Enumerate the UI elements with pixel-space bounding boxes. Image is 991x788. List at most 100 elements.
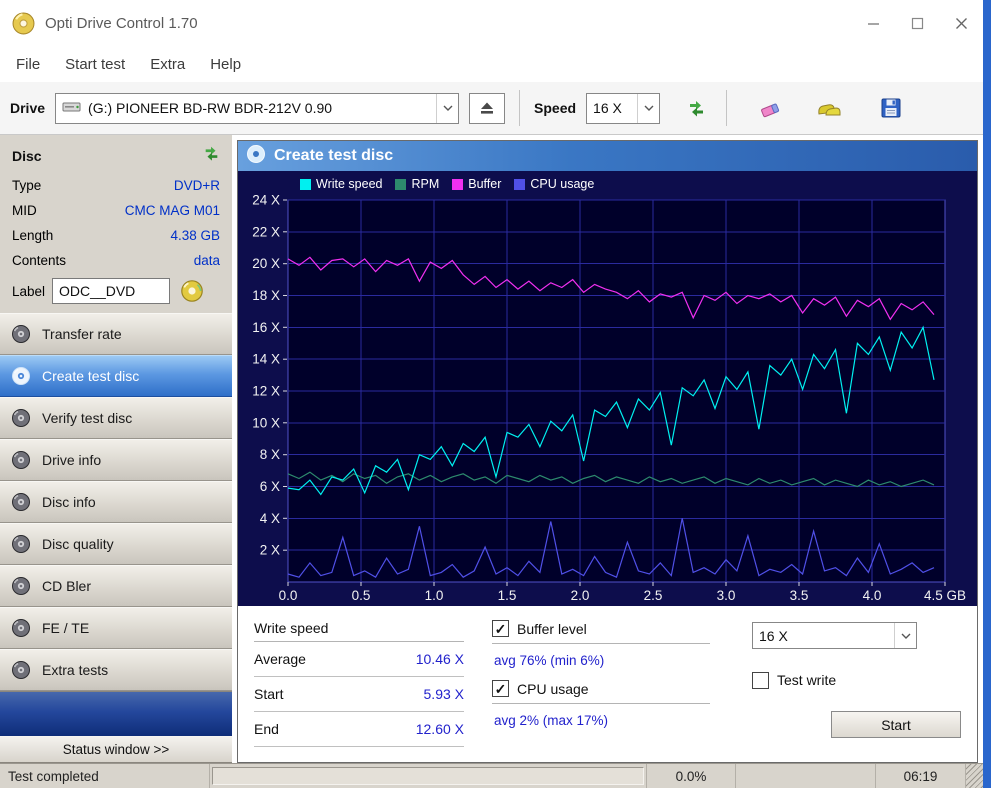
stat-row-average: Average10.46 X xyxy=(254,642,464,677)
sidebar-item-label: CD Bler xyxy=(42,578,91,594)
sidebar-item-label: Disc info xyxy=(42,494,96,510)
disc-info-row-length: Length 4.38 GB xyxy=(12,223,220,248)
minimize-button[interactable] xyxy=(851,0,895,46)
legend-label: RPM xyxy=(411,177,439,191)
refresh-icon[interactable] xyxy=(680,92,712,124)
speed-select-value: 16 X xyxy=(593,100,622,116)
svg-text:4 X: 4 X xyxy=(260,511,280,526)
svg-text:1.0: 1.0 xyxy=(425,588,444,603)
svg-text:2 X: 2 X xyxy=(260,543,280,558)
hands-icon[interactable] xyxy=(813,92,845,124)
drive-select[interactable]: (G:) PIONEER BD-RW BDR-212V 0.90 xyxy=(55,93,459,124)
status-window-button[interactable]: Status window >> xyxy=(0,736,232,763)
sidebar-item-label: Disc quality xyxy=(42,536,114,552)
eject-button[interactable] xyxy=(469,93,505,124)
disc-icon xyxy=(11,660,31,680)
controls-column: 16 X Test write Start xyxy=(752,614,967,756)
info-label: Length xyxy=(12,228,53,243)
status-text: Test completed xyxy=(0,764,210,788)
resize-grip[interactable] xyxy=(966,764,983,788)
svg-text:4.5 GB: 4.5 GB xyxy=(924,588,966,603)
panel-title: Create test disc xyxy=(274,147,393,165)
svg-text:16 X: 16 X xyxy=(252,320,280,335)
sidebar-item-drive-info[interactable]: Drive info xyxy=(0,439,232,481)
sidebar-item-disc-info[interactable]: Disc info xyxy=(0,481,232,523)
svg-text:20 X: 20 X xyxy=(252,256,280,271)
stat-row-start: Start 5.93 X xyxy=(254,677,464,712)
label-caption: Label xyxy=(12,284,45,299)
main-panel: Create test disc Write speedRPMBufferCPU… xyxy=(232,135,983,763)
sidebar-item-extra-tests[interactable]: Extra tests xyxy=(0,649,232,691)
disc-label-button[interactable] xyxy=(177,277,207,305)
write-speed-select[interactable]: 16 X xyxy=(752,622,917,649)
disc-icon xyxy=(11,408,31,428)
sidebar-item-label: Transfer rate xyxy=(42,326,122,342)
chart-area: Write speedRPMBufferCPU usage 2 X4 X6 X8… xyxy=(238,171,977,606)
menu-start-test[interactable]: Start test xyxy=(62,54,128,75)
legend-label: CPU usage xyxy=(530,177,594,191)
svg-text:2.5: 2.5 xyxy=(644,588,663,603)
info-value: CMC MAG M01 xyxy=(125,203,220,218)
save-icon[interactable] xyxy=(875,92,907,124)
refresh-icon[interactable] xyxy=(203,144,220,167)
sidebar-item-transfer-rate[interactable]: Transfer rate xyxy=(0,313,232,355)
svg-text:3.0: 3.0 xyxy=(717,588,736,603)
sidebar-item-label: Extra tests xyxy=(42,662,108,678)
legend-rpm: RPM xyxy=(395,177,439,191)
statusbar-spacer xyxy=(736,764,876,788)
disc-label-input[interactable] xyxy=(52,278,170,304)
buffer-cpu-column: ✓ Buffer level avg 76% (min 6%) ✓ CPU us… xyxy=(492,614,710,756)
menu-file[interactable]: File xyxy=(13,54,43,75)
disc-icon xyxy=(11,366,31,386)
eraser-icon[interactable] xyxy=(755,92,787,124)
cpu-usage-checkbox[interactable]: ✓ xyxy=(492,680,509,697)
disc-icon xyxy=(11,576,31,596)
stat-label: Start xyxy=(254,686,284,702)
app-icon xyxy=(12,12,35,35)
test-write-label: Test write xyxy=(777,672,836,688)
chevron-down-icon xyxy=(894,623,916,648)
svg-text:8 X: 8 X xyxy=(260,447,280,462)
sidebar-buttons: Transfer rate Create test discVerify test… xyxy=(0,313,232,691)
sidebar-item-create-test-disc[interactable]: Create test disc xyxy=(0,355,232,397)
maximize-button[interactable] xyxy=(895,0,939,46)
sidebar-item-fe-te[interactable]: FE / TE xyxy=(0,607,232,649)
buffer-stat: avg 76% (min 6%) xyxy=(492,644,710,674)
stat-value: 5.93 X xyxy=(424,686,464,702)
svg-text:6 X: 6 X xyxy=(260,479,280,494)
svg-text:18 X: 18 X xyxy=(252,288,280,303)
legend-color-chip xyxy=(395,179,406,190)
drive-label: Drive xyxy=(10,100,45,116)
drive-icon xyxy=(62,100,82,117)
chart-svg: 2 X4 X6 X8 X10 X12 X14 X16 X18 X20 X22 X… xyxy=(238,194,975,606)
sidebar-item-cd-bler[interactable]: CD Bler xyxy=(0,565,232,607)
info-label: MID xyxy=(12,203,37,218)
legend-write-speed: Write speed xyxy=(300,177,382,191)
info-label: Contents xyxy=(12,253,66,268)
disc-icon xyxy=(11,324,31,344)
speed-select[interactable]: 16 X xyxy=(586,93,660,124)
test-write-checkbox[interactable] xyxy=(752,672,769,689)
start-button[interactable]: Start xyxy=(831,711,961,738)
menu-help[interactable]: Help xyxy=(207,54,244,75)
svg-text:10 X: 10 X xyxy=(252,415,280,430)
sidebar-item-disc-quality[interactable]: Disc quality xyxy=(0,523,232,565)
info-value: 4.38 GB xyxy=(170,228,220,243)
progress-percent: 0.0% xyxy=(646,764,736,788)
disc-section-title: Disc xyxy=(12,148,42,164)
sidebar: Disc TypeDVD+RMIDCMC MAG M01Length4.38 G… xyxy=(0,135,232,763)
svg-text:4.0: 4.0 xyxy=(863,588,882,603)
close-button[interactable] xyxy=(939,0,983,46)
toolbar-separator xyxy=(726,90,727,126)
sidebar-item-label: Drive info xyxy=(42,452,101,468)
speed-label: Speed xyxy=(534,100,576,116)
sidebar-item-verify-test-disc[interactable]: Verify test disc xyxy=(0,397,232,439)
drive-select-value: (G:) PIONEER BD-RW BDR-212V 0.90 xyxy=(88,100,332,116)
menu-extra[interactable]: Extra xyxy=(147,54,188,75)
buffer-level-checkbox[interactable]: ✓ xyxy=(492,620,509,637)
svg-text:2.0: 2.0 xyxy=(571,588,590,603)
toolbar: Drive (G:) PIONEER BD-RW BDR-212V 0.90 S… xyxy=(0,82,983,135)
info-value: DVD+R xyxy=(174,178,220,193)
chevron-down-icon xyxy=(637,94,659,123)
sidebar-item-label: FE / TE xyxy=(42,620,89,636)
